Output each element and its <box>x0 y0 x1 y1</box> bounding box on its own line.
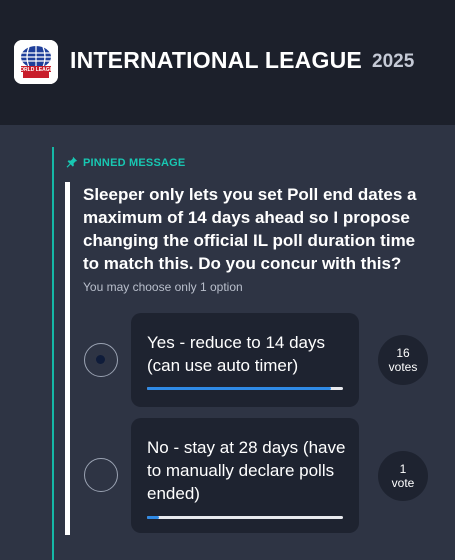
league-title: INTERNATIONAL LEAGUE <box>70 47 362 73</box>
pinned-accent-line <box>52 147 54 560</box>
poll-question: Sleeper only lets you set Poll end dates… <box>83 185 417 273</box>
poll-option-label: Yes - reduce to 14 days (can use auto ti… <box>147 333 325 375</box>
poll-hint: You may choose only 1 option <box>83 280 243 294</box>
pinned-message-label: PINNED MESSAGE <box>66 156 185 169</box>
poll-option-label: No - stay at 28 days (have to manually d… <box>147 438 346 503</box>
poll-option-no[interactable]: No - stay at 28 days (have to manually d… <box>131 418 359 533</box>
poll-option-yes[interactable]: Yes - reduce to 14 days (can use auto ti… <box>131 313 359 407</box>
poll-option-radio-no[interactable] <box>84 458 118 492</box>
app-header: WORLD LEAGUE INTERNATIONAL LEAGUE 2025 <box>0 0 455 125</box>
poll-result-fill <box>147 516 159 519</box>
vote-count: 1 <box>399 462 407 476</box>
vote-count: 16 <box>396 346 410 360</box>
league-logo[interactable]: WORLD LEAGUE <box>14 40 58 84</box>
pinned-label-text: PINNED MESSAGE <box>83 157 186 169</box>
vote-count-badge: 1 vote <box>378 451 428 501</box>
vote-unit: vote <box>391 476 415 490</box>
svg-text:WORLD LEAGUE: WORLD LEAGUE <box>15 67 57 73</box>
world-league-logo-icon: WORLD LEAGUE <box>14 40 58 84</box>
message-area: PINNED MESSAGE Sleeper only lets you set… <box>0 125 455 560</box>
vote-unit: votes <box>388 360 418 374</box>
poll-result-bar <box>147 516 343 519</box>
league-year: 2025 <box>372 51 415 72</box>
vote-count-badge: 16 votes <box>378 335 428 385</box>
pin-icon <box>66 156 78 168</box>
radio-selected-dot <box>96 355 105 364</box>
poll-quote-line <box>65 182 70 535</box>
poll-option-radio-yes[interactable] <box>84 343 118 377</box>
poll-result-fill <box>147 387 332 390</box>
poll-result-bar <box>147 387 343 390</box>
